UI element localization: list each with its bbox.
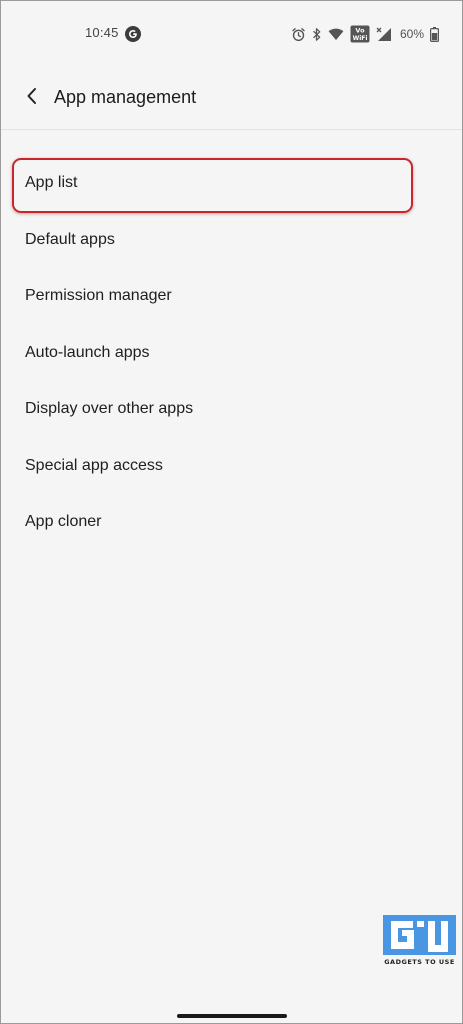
app-bar: App management — [1, 69, 462, 127]
gesture-nav-handle[interactable] — [177, 1014, 287, 1018]
menu-item-permission-manager[interactable]: Permission manager — [1, 268, 462, 325]
status-time: 10:45 — [85, 25, 119, 40]
svg-text:WiFi: WiFi — [353, 35, 368, 42]
chevron-left-icon — [25, 87, 39, 110]
svg-text:Vo: Vo — [355, 27, 365, 35]
battery-percent: 60% — [399, 27, 424, 41]
watermark-logo: GADGETS TO USE — [381, 913, 458, 971]
battery-icon — [430, 26, 439, 42]
settings-list: App list Default apps Permission manager… — [1, 155, 462, 551]
menu-item-display-over-other-apps[interactable]: Display over other apps — [1, 381, 462, 438]
google-g-icon — [125, 26, 141, 42]
alarm-icon — [291, 27, 306, 42]
vowifi-icon: Vo WiFi — [350, 25, 370, 43]
signal-icon — [376, 27, 392, 42]
menu-item-app-list[interactable]: App list — [1, 155, 462, 212]
menu-item-app-cloner[interactable]: App cloner — [1, 494, 462, 551]
back-button[interactable] — [15, 81, 49, 115]
gadgets-to-use-logo-icon — [383, 915, 456, 955]
menu-item-special-app-access[interactable]: Special app access — [1, 438, 462, 495]
watermark-caption: GADGETS TO USE — [384, 958, 455, 966]
header-divider — [1, 129, 462, 130]
status-icons: Vo WiFi 60% — [291, 23, 439, 45]
phone-screen: 10:45 Vo WiFi 60% App management App lis… — [0, 0, 463, 1024]
bluetooth-icon — [312, 27, 322, 42]
wifi-icon — [328, 27, 344, 41]
menu-item-auto-launch-apps[interactable]: Auto-launch apps — [1, 325, 462, 382]
status-bar: 10:45 Vo WiFi 60% — [1, 19, 462, 49]
menu-item-default-apps[interactable]: Default apps — [1, 212, 462, 269]
page-title: App management — [54, 87, 197, 107]
